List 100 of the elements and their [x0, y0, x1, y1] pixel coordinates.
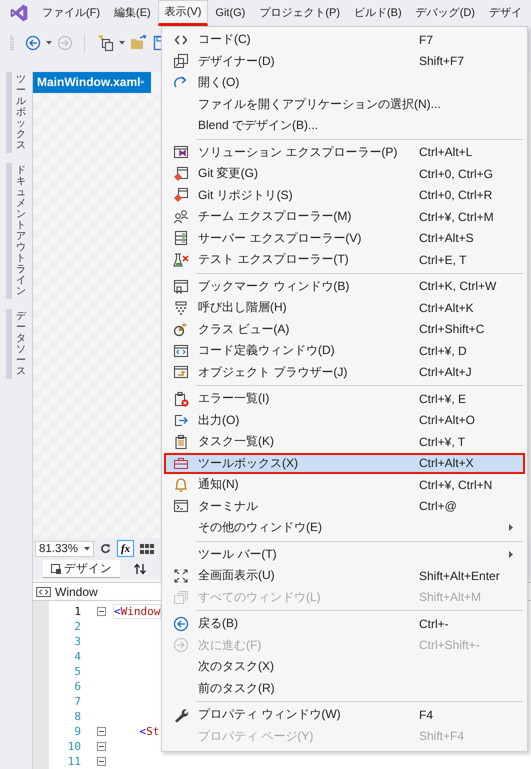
menu-item[interactable]: サーバー エクスプローラー(V) Ctrl+Alt+S — [164, 228, 525, 249]
grid-icon[interactable] — [140, 544, 154, 554]
menu-item[interactable]: 表示(V) — [158, 0, 208, 26]
menu-item[interactable]: ツール バー(T) — [164, 544, 525, 565]
breadcrumb-text[interactable]: Window — [55, 584, 98, 599]
menu-item[interactable]: Blend でデザイン(B)... — [164, 115, 525, 136]
menu-item[interactable]: タスク一覧(K) Ctrl+¥, T — [164, 431, 525, 452]
menu-item[interactable]: 呼び出し階層(H) Ctrl+Alt+K — [164, 297, 525, 318]
menu-item[interactable]: デザイナー(D) Shift+F7 — [164, 50, 525, 72]
menu-item[interactable]: 通知(N) Ctrl+¥, Ctrl+N — [164, 474, 525, 496]
windows-icon — [173, 589, 189, 606]
menu-item[interactable]: 編集(E) — [107, 1, 158, 25]
menu-item[interactable]: ツールボックス(X) Ctrl+Alt+X — [164, 452, 525, 474]
back-icon[interactable] — [25, 35, 41, 51]
menu-item[interactable]: 前のタスク(R) — [164, 678, 525, 699]
server-icon — [173, 230, 189, 246]
menu-item[interactable]: デザイ — [482, 1, 529, 25]
caret-icon[interactable] — [119, 41, 125, 45]
submenu-arrow-icon — [509, 524, 513, 532]
collapse-icon[interactable] — [96, 607, 106, 616]
menu-item[interactable]: ソリューション エクスプローラー(P) Ctrl+Alt+L — [164, 142, 525, 163]
wrench-icon — [173, 706, 189, 723]
menu-item[interactable]: Git(G) — [208, 2, 252, 24]
line-number: 11 — [66, 755, 81, 768]
menu-item[interactable]: デバッグ(D) — [408, 1, 482, 25]
line-number: 9 — [73, 725, 81, 738]
design-tab[interactable]: デザイン — [43, 560, 120, 578]
menu-item[interactable]: Git 変更(G) Ctrl+0, Ctrl+G — [164, 163, 525, 184]
line-number: 3 — [73, 635, 81, 648]
menu-item[interactable]: テスト エクスプローラー(T) Ctrl+E, T — [164, 249, 525, 270]
menu-item[interactable]: 全画面表示(U) Shift+Alt+Enter — [164, 565, 525, 586]
logo-icon — [9, 3, 29, 23]
flask-icon — [173, 252, 189, 268]
object-browser-icon — [173, 364, 189, 380]
menu-item[interactable]: その他のウィンドウ(E) — [164, 517, 525, 538]
menu-item[interactable]: 戻る(B) Ctrl+- — [164, 613, 525, 634]
toolbox-icon — [173, 455, 189, 472]
side-tab[interactable]: ドキュメントアウトライン — [6, 163, 26, 299]
menu-item[interactable]: コード(C) F7 — [164, 29, 525, 50]
menu-item[interactable]: エラー一覧(I) Ctrl+¥, E — [164, 388, 525, 410]
git-icon — [173, 166, 189, 182]
menu-item[interactable]: ターミナル Ctrl+@ — [164, 496, 525, 517]
menu-item[interactable]: オブジェクト ブラウザー(J) Ctrl+Alt+J — [164, 362, 525, 383]
bookmark-icon — [173, 278, 189, 294]
menu-item[interactable]: コード定義ウィンドウ(D) Ctrl+¥, D — [164, 340, 525, 362]
designer-icon — [173, 53, 189, 70]
collapse-icon[interactable] — [96, 727, 106, 736]
menu-item[interactable]: チーム エクスプローラー(M) Ctrl+¥, Ctrl+M — [164, 206, 525, 228]
menu-item[interactable]: 次のタスク(X) — [164, 656, 525, 678]
menu-item[interactable]: ブックマーク ウィンドウ(B) Ctrl+K, Ctrl+W — [164, 276, 525, 297]
document-tab[interactable]: MainWindow.xaml — [33, 72, 151, 93]
caret-icon — [84, 546, 90, 551]
fx-button[interactable]: fx — [117, 540, 134, 558]
document-title: MainWindow.xaml — [37, 75, 140, 90]
error-list-icon — [173, 390, 189, 407]
collapse-icon[interactable] — [96, 757, 106, 766]
git-icon — [173, 187, 189, 204]
line-number: 6 — [73, 680, 81, 694]
clipboard-icon — [173, 434, 189, 450]
forward-icon — [173, 637, 189, 654]
menu-item[interactable]: 開く(O) — [164, 72, 525, 94]
refresh-icon[interactable] — [100, 543, 112, 554]
collapse-icon[interactable] — [96, 742, 106, 752]
terminal-icon — [173, 498, 189, 514]
code-window-icon — [173, 342, 189, 359]
class-view-icon — [173, 321, 189, 338]
solution-explorer-icon — [173, 144, 189, 160]
zoom-dropdown[interactable]: 81.33% — [35, 540, 94, 557]
menu-item[interactable]: ファイルを開くアプリケーションの選択(N)... — [164, 94, 525, 115]
menu-item[interactable]: プロパティ ウィンドウ(W) F4 — [164, 704, 525, 726]
swap-arrows-icon[interactable] — [134, 563, 146, 576]
hierarchy-icon — [173, 300, 189, 316]
line-number: 5 — [73, 665, 81, 678]
folder-icon[interactable] — [130, 35, 148, 51]
back-icon — [173, 616, 189, 632]
side-tab[interactable]: データソース — [6, 309, 26, 379]
line-number: 10 — [66, 740, 81, 754]
side-tab[interactable]: ツールボックス — [6, 72, 26, 153]
caret-icon[interactable] — [46, 41, 52, 45]
bell-icon — [173, 476, 189, 493]
submenu-arrow-icon — [509, 550, 513, 558]
code-text: <Window — [113, 604, 162, 620]
menu-item[interactable]: Git リポジトリ(S) Ctrl+0, Ctrl+R — [164, 184, 525, 206]
code-text: <St — [138, 725, 160, 738]
menu-item[interactable]: プロジェクト(P) — [252, 1, 348, 25]
menu-item[interactable]: クラス ビュー(A) Ctrl+Shift+C — [164, 318, 525, 340]
line-number: 7 — [73, 695, 81, 708]
line-number: 8 — [73, 710, 81, 724]
menu-item[interactable]: ビルド(B) — [347, 1, 409, 25]
design-view-icon — [51, 564, 61, 574]
toolbar-grip-icon — [10, 33, 14, 53]
line-number: 1 — [73, 605, 81, 618]
new-project-icon[interactable] — [96, 34, 114, 52]
fullscreen-icon — [173, 568, 189, 584]
people-icon — [173, 208, 189, 225]
element-icon — [36, 586, 51, 597]
menu-item[interactable]: ファイル(F) — [35, 1, 108, 25]
menu-item[interactable]: 出力(O) Ctrl+Alt+O — [164, 410, 525, 431]
output-icon — [173, 412, 189, 428]
line-number: 4 — [73, 650, 81, 664]
